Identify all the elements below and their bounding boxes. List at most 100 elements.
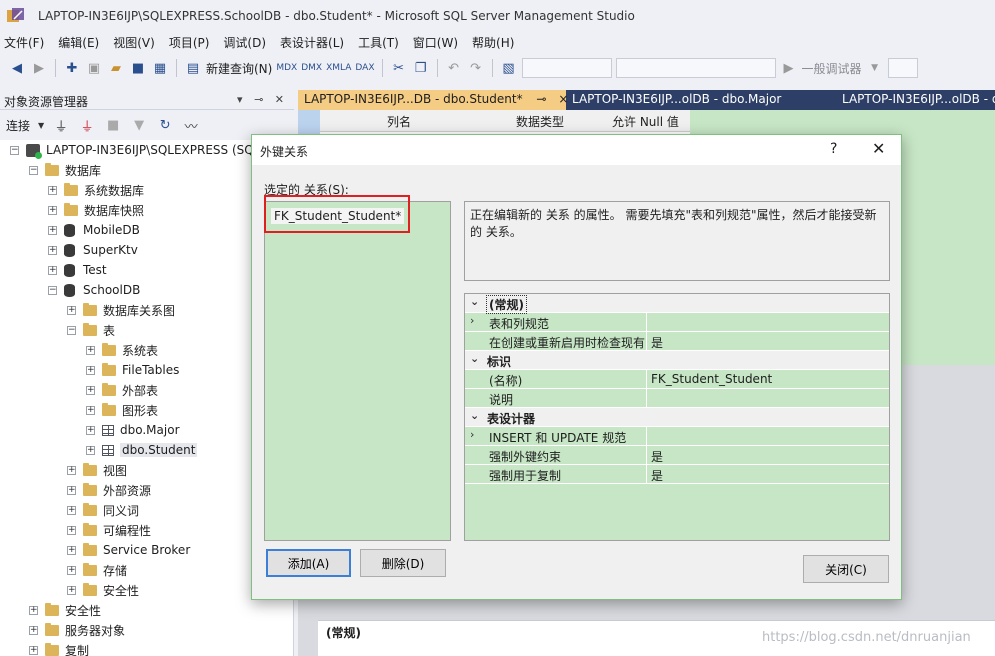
- help-icon[interactable]: ?: [830, 141, 837, 157]
- menu-debug[interactable]: 调试(D): [219, 34, 276, 51]
- property-row[interactable]: › 表和列规范: [465, 313, 889, 332]
- property-value[interactable]: 是: [651, 334, 663, 351]
- stop-icon[interactable]: ■: [104, 114, 122, 136]
- property-row[interactable]: › INSERT 和 UPDATE 规范: [465, 427, 889, 446]
- refresh-icon[interactable]: ↻: [156, 114, 174, 136]
- start-debug-icon[interactable]: ▶: [780, 57, 798, 79]
- tab-student-designer[interactable]: LAPTOP-IN3E6IJP...DB - dbo.Student* ⊸ ×: [298, 90, 568, 110]
- menu-file[interactable]: 文件(F): [0, 34, 54, 51]
- tree-node[interactable]: + 视图: [67, 460, 127, 480]
- save-icon[interactable]: ■: [129, 57, 147, 79]
- menu-table-designer[interactable]: 表设计器(L): [276, 34, 354, 51]
- tree-node[interactable]: + 系统数据库: [48, 180, 144, 200]
- collapse-icon[interactable]: −: [48, 285, 57, 295]
- tree-node[interactable]: + 服务器对象: [29, 620, 125, 640]
- solution-explorer-icon[interactable]: ▧: [500, 57, 518, 79]
- dmx-query-icon[interactable]: DMX: [301, 57, 322, 79]
- expand-icon[interactable]: +: [86, 425, 95, 435]
- menu-project[interactable]: 项目(P): [165, 34, 220, 51]
- filter-icon[interactable]: ▼: [130, 114, 148, 136]
- expand-icon[interactable]: +: [67, 545, 76, 555]
- collapse-icon[interactable]: −: [67, 325, 76, 335]
- property-category[interactable]: ⌄ 标识: [465, 351, 889, 370]
- pane-controls[interactable]: ▾ ⊸ ✕: [237, 93, 288, 106]
- collapse-icon[interactable]: −: [10, 145, 19, 155]
- tree-node[interactable]: − 表: [67, 320, 115, 340]
- expand-icon[interactable]: +: [67, 565, 76, 575]
- undo-icon[interactable]: ↶: [445, 57, 463, 79]
- tree-node[interactable]: + 同义词: [67, 500, 139, 520]
- connect-button[interactable]: 连接: [6, 117, 30, 134]
- menu-view[interactable]: 视图(V): [109, 34, 165, 51]
- property-row[interactable]: 强制外键约束 是: [465, 446, 889, 465]
- tree-node[interactable]: + MobileDB: [48, 220, 140, 240]
- expand-icon[interactable]: +: [86, 365, 95, 375]
- tree-node[interactable]: + Test: [48, 260, 107, 280]
- tree-node[interactable]: + 存储: [67, 560, 127, 580]
- expand-icon[interactable]: +: [29, 645, 38, 655]
- chevron-down-icon[interactable]: ▼: [38, 114, 44, 136]
- property-value[interactable]: 是: [651, 467, 663, 484]
- property-row[interactable]: 在创建或重新启用时检查现有是: [465, 332, 889, 351]
- solution-config-combo[interactable]: [521, 58, 612, 78]
- property-value[interactable]: 是: [651, 448, 663, 465]
- tree-node[interactable]: + FileTables: [86, 360, 179, 380]
- copy-icon[interactable]: ❐: [412, 57, 430, 79]
- mdx-query-icon[interactable]: MDX: [276, 57, 297, 79]
- relationship-property-grid[interactable]: ⌄ (常规) › 表和列规范 在创建或重新启用时检查现有是 ⌄ 标识 (名称) FK_Stude…: [464, 293, 890, 541]
- disconnect-icon[interactable]: ⏚: [78, 114, 96, 136]
- chevron-down-icon[interactable]: ▼: [866, 57, 884, 79]
- expand-icon[interactable]: +: [67, 505, 76, 515]
- tree-node[interactable]: + 数据库关系图: [67, 300, 175, 320]
- expand-icon[interactable]: +: [86, 445, 95, 455]
- save-all-icon[interactable]: ▦: [151, 57, 169, 79]
- new-project-icon[interactable]: ✚: [63, 57, 81, 79]
- expand-icon[interactable]: +: [29, 625, 38, 635]
- cut-icon[interactable]: ✂: [390, 57, 408, 79]
- tree-node[interactable]: − 数据库: [29, 160, 101, 180]
- relationship-list[interactable]: FK_Student_Student*: [264, 201, 451, 541]
- tree-node[interactable]: + 外部资源: [67, 480, 151, 500]
- activity-monitor-icon[interactable]: 〰: [182, 114, 200, 136]
- tree-node[interactable]: + 数据库快照: [48, 200, 144, 220]
- expand-icon[interactable]: +: [67, 525, 76, 535]
- chevron-right-icon[interactable]: ›: [470, 428, 482, 441]
- tab-other-designer[interactable]: LAPTOP-IN3E6IJP...olDB - d: [836, 90, 995, 110]
- add-button[interactable]: 添加(A): [266, 549, 351, 577]
- expand-icon[interactable]: +: [86, 385, 95, 395]
- new-query-icon[interactable]: ▤: [184, 57, 202, 79]
- connect-plug-icon[interactable]: ⏚: [52, 114, 70, 136]
- add-item-icon[interactable]: ▣: [85, 57, 103, 79]
- tree-node[interactable]: + 外部表: [86, 380, 158, 400]
- xmla-query-icon[interactable]: XMLA: [326, 57, 351, 79]
- tree-node[interactable]: + 安全性: [29, 600, 101, 620]
- property-category[interactable]: ⌄ 表设计器: [465, 408, 889, 427]
- expand-icon[interactable]: +: [86, 405, 95, 415]
- expand-icon[interactable]: +: [48, 205, 57, 215]
- chevron-right-icon[interactable]: ›: [470, 314, 482, 327]
- property-row[interactable]: 强制用于复制 是: [465, 465, 889, 484]
- tree-node[interactable]: − SchoolDB: [48, 280, 140, 300]
- tree-node[interactable]: + dbo.Student: [86, 440, 198, 460]
- tree-node[interactable]: + SuperKtv: [48, 240, 138, 260]
- chevron-down-icon[interactable]: ⌄: [470, 409, 482, 422]
- dax-query-icon[interactable]: DAX: [355, 57, 374, 79]
- expand-icon[interactable]: +: [48, 225, 57, 235]
- tree-node[interactable]: + Service Broker: [67, 540, 190, 560]
- expand-icon[interactable]: +: [48, 245, 57, 255]
- tree-node[interactable]: + dbo.Major: [86, 420, 180, 440]
- chevron-down-icon[interactable]: ⌄: [470, 352, 482, 365]
- close-button[interactable]: 关闭(C): [803, 555, 889, 583]
- new-query-button[interactable]: 新建查询(N): [206, 60, 272, 77]
- expand-icon[interactable]: +: [48, 265, 57, 275]
- debugger-label[interactable]: 一般调试器: [802, 60, 862, 77]
- property-category[interactable]: ⌄ (常规): [465, 294, 889, 314]
- menu-edit[interactable]: 编辑(E): [54, 34, 109, 51]
- property-row[interactable]: (名称) FK_Student_Student: [465, 370, 889, 389]
- menu-help[interactable]: 帮助(H): [468, 34, 524, 51]
- menu-tools[interactable]: 工具(T): [354, 34, 409, 51]
- tree-node[interactable]: + 系统表: [86, 340, 158, 360]
- expand-icon[interactable]: +: [86, 345, 95, 355]
- redo-icon[interactable]: ↷: [467, 57, 485, 79]
- tree-node[interactable]: + 图形表: [86, 400, 158, 420]
